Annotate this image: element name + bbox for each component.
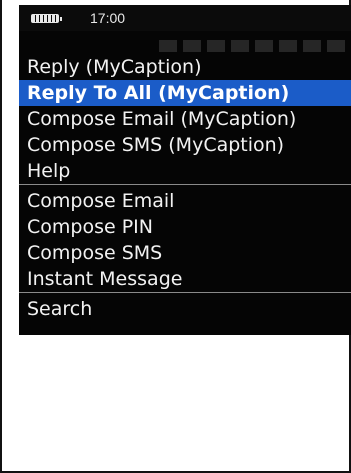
menu-item-compose-sms[interactable]: Compose SMS <box>19 240 351 266</box>
context-menu: Reply (MyCaption) Reply To All (MyCaptio… <box>19 54 351 322</box>
menu-item-compose-sms-mycaption[interactable]: Compose SMS (MyCaption) <box>19 132 351 158</box>
background-content <box>159 40 349 52</box>
battery-icon <box>31 14 62 23</box>
menu-item-compose-pin[interactable]: Compose PIN <box>19 214 351 240</box>
menu-item-compose-email[interactable]: Compose Email <box>19 188 351 214</box>
menu-item-reply-mycaption[interactable]: Reply (MyCaption) <box>19 54 351 80</box>
menu-item-help[interactable]: Help <box>19 158 351 184</box>
phone-screen: 17:00 Reply (MyCaption) Reply To All (My… <box>19 5 351 335</box>
menu-item-search[interactable]: Search <box>19 296 351 322</box>
status-time: 17:00 <box>90 10 126 26</box>
menu-item-compose-email-mycaption[interactable]: Compose Email (MyCaption) <box>19 106 351 132</box>
menu-item-reply-to-all-mycaption[interactable]: Reply To All (MyCaption) <box>19 80 351 106</box>
menu-item-instant-message[interactable]: Instant Message <box>19 266 351 292</box>
status-bar: 17:00 <box>19 5 351 31</box>
